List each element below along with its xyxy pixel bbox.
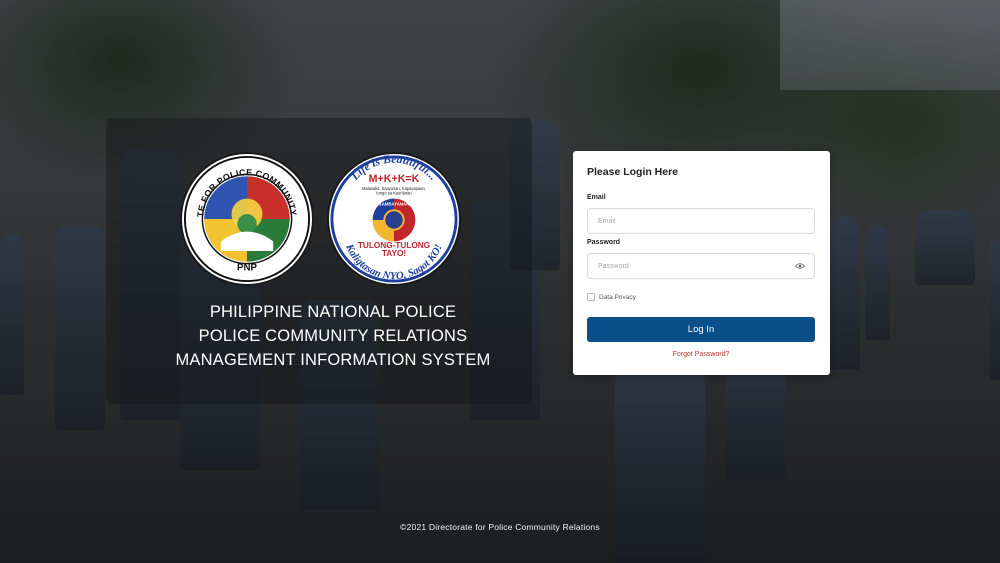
data-privacy-label[interactable]: Data Privacy: [599, 294, 636, 301]
lib-formula-text: M+K+K=K: [369, 173, 420, 185]
password-label: Password: [587, 239, 621, 246]
dpcr-seal-logo: DIRECTORATE FOR POLICE COMMUNITY RELATIO…: [180, 152, 314, 286]
lib-slogan-text: TAYO!: [382, 249, 406, 258]
data-privacy-checkbox[interactable]: [587, 293, 595, 301]
footer-copyright: ©2021 Directorate for Police Community R…: [400, 522, 600, 532]
login-card: Please Login Here Email Password Data Pr…: [573, 151, 830, 375]
lib-center-text: SAMBAYANAN: [379, 201, 410, 206]
dpcr-pnp-text: PNP: [237, 262, 257, 273]
system-title-line: POLICE COMMUNITY RELATIONS: [198, 327, 468, 345]
lib-small-text: tungo sa Kaunlaran: [376, 191, 411, 196]
system-title-line: MANAGEMENT INFORMATION SYSTEM: [175, 351, 491, 369]
email-label: Email: [587, 194, 606, 201]
logo-group: DIRECTORATE FOR POLICE COMMUNITY RELATIO…: [180, 152, 462, 286]
email-field[interactable]: [587, 208, 815, 234]
password-field[interactable]: [587, 253, 815, 279]
eye-icon[interactable]: [795, 262, 805, 270]
life-is-beautiful-logo: Life is Beautiful... M+K+K=K Malasakit, …: [327, 152, 461, 286]
data-privacy-row: Data Privacy: [587, 293, 636, 301]
login-button[interactable]: Log In: [587, 317, 815, 342]
system-title-line: PHILIPPINE NATIONAL POLICE: [209, 303, 457, 321]
forgot-password-link[interactable]: Forgot Password?: [587, 351, 815, 358]
login-heading: Please Login Here: [587, 166, 679, 178]
system-title: PHILIPPINE NATIONAL POLICE POLICE COMMUN…: [140, 300, 526, 372]
